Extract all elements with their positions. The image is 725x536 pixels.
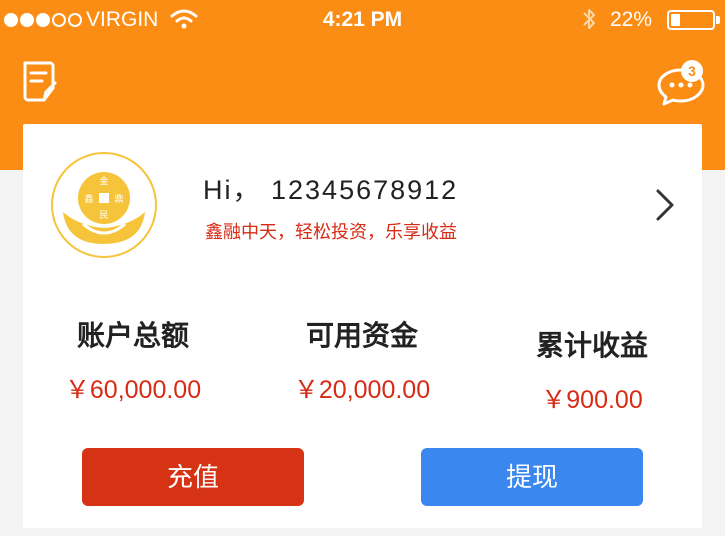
avatar-char-bottom: 民 [99,210,108,221]
stat-label: 可用资金 [305,319,418,352]
battery-icon [667,10,715,30]
chevron-right-icon[interactable] [653,188,677,222]
battery-tip [716,16,720,24]
stat-label: 账户总额 [76,319,189,352]
stat-value: ￥900.00 [541,386,643,414]
coin-logo-icon: 金 鑫 鼎 民 [63,172,145,244]
message-count-badge: 3 [681,60,703,82]
status-bar: VIRGIN 4:21 PM 22% [0,0,725,40]
greeting-text: Hi， 12345678912 [203,175,459,205]
battery-level [671,14,680,26]
stat-label: 累计收益 [535,329,648,362]
avatar-char-top: 金 [99,175,108,187]
avatar: 金 鑫 鼎 民 [51,152,157,258]
stat-value: ￥60,000.00 [64,376,202,404]
bluetooth-icon [583,9,595,29]
stat-total-balance: 账户总额 ￥60,000.00 [23,314,243,406]
notebook-icon[interactable] [22,60,58,104]
recharge-button[interactable]: 充值 [82,448,304,506]
account-stats: 账户总额 ￥60,000.00 可用资金 ￥20,000.00 累计收益 ￥90… [23,314,702,414]
battery-percent: 22% [610,8,653,31]
avatar-char-left: 鑫 [84,193,93,205]
avatar-char-right: 鼎 [114,194,123,205]
stat-value: ￥20,000.00 [293,376,431,404]
account-card: 金 鑫 鼎 民 Hi， 12345678912 鑫融中天，轻松投资，乐享收益 账… [23,124,702,528]
withdraw-button[interactable]: 提现 [421,448,643,506]
stat-available-funds: 可用资金 ￥20,000.00 [252,314,472,406]
stat-cumulative-earnings: 累计收益 ￥900.00 [482,324,702,416]
slogan-text: 鑫融中天，轻松投资，乐享收益 [205,222,457,243]
profile-row[interactable]: 金 鑫 鼎 民 Hi， 12345678912 鑫融中天，轻松投资，乐享收益 [23,124,702,274]
